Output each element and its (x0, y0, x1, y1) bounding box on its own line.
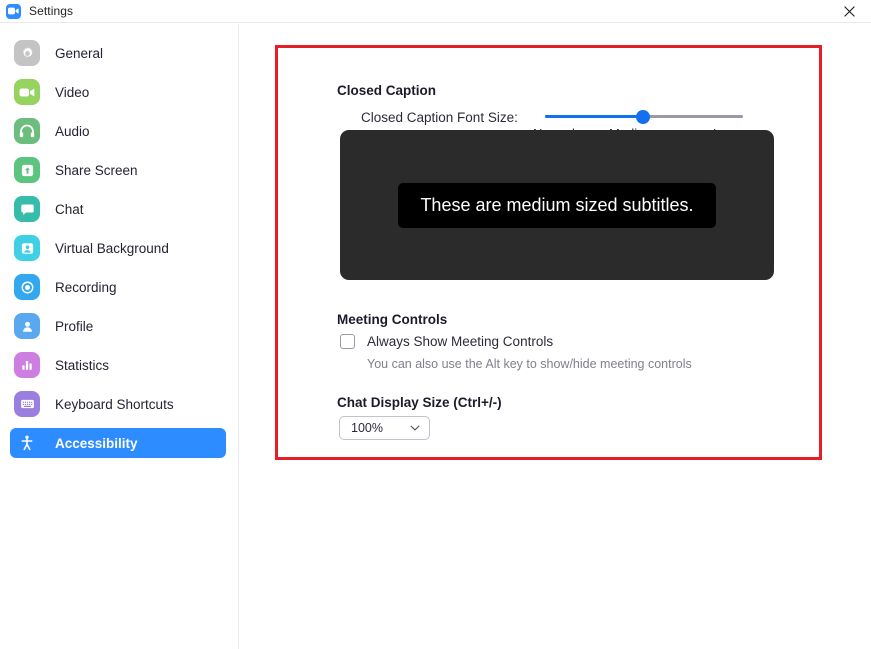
chat-bubble-icon (14, 196, 40, 222)
sidebar-item-recording[interactable]: Recording (10, 272, 226, 302)
chat-display-size-value: 100% (351, 421, 383, 435)
chat-display-size-select[interactable]: 100% (339, 416, 430, 440)
slider-thumb[interactable] (636, 110, 650, 124)
sidebar-item-label: Video (55, 85, 89, 100)
video-camera-icon (14, 79, 40, 105)
caption-preview-text: These are medium sized subtitles. (420, 195, 693, 215)
chat-display-size-heading: Chat Display Size (Ctrl+/-) (337, 395, 502, 410)
headphones-icon (14, 118, 40, 144)
window-title: Settings (29, 4, 73, 18)
sidebar-item-label: Share Screen (55, 163, 138, 178)
caption-bar: These are medium sized subtitles. (398, 183, 715, 228)
sidebar-item-label: Statistics (55, 358, 109, 373)
virtual-background-icon (14, 235, 40, 261)
slider-track-fill (545, 115, 644, 118)
sidebar-item-general[interactable]: General (10, 38, 226, 68)
record-circle-icon (14, 274, 40, 300)
accessibility-icon (14, 430, 40, 456)
title-bar: Settings (0, 0, 871, 23)
sidebar-item-keyboard-shortcuts[interactable]: Keyboard Shortcuts (10, 389, 226, 419)
share-screen-icon (14, 157, 40, 183)
sidebar-item-share-screen[interactable]: Share Screen (10, 155, 226, 185)
meeting-controls-heading: Meeting Controls (337, 312, 447, 327)
sidebar-item-label: Audio (55, 124, 90, 139)
person-icon (14, 313, 40, 339)
sidebar-item-label: Recording (55, 280, 117, 295)
sidebar-item-chat[interactable]: Chat (10, 194, 226, 224)
sidebar-item-virtual-background[interactable]: Virtual Background (10, 233, 226, 263)
accessibility-settings-panel: Closed Caption Closed Caption Font Size:… (240, 24, 871, 649)
sidebar-item-label: Accessibility (55, 436, 138, 451)
keyboard-icon (14, 391, 40, 417)
sidebar-item-accessibility[interactable]: Accessibility (10, 428, 226, 458)
bar-chart-icon (14, 352, 40, 378)
closed-caption-preview: These are medium sized subtitles. (340, 130, 774, 280)
sidebar: General Video Audio Share Screen (0, 24, 239, 649)
always-show-meeting-controls-checkbox[interactable] (340, 334, 355, 349)
sidebar-item-label: Keyboard Shortcuts (55, 397, 174, 412)
sidebar-item-video[interactable]: Video (10, 77, 226, 107)
sidebar-item-profile[interactable]: Profile (10, 311, 226, 341)
always-show-meeting-controls-label: Always Show Meeting Controls (367, 334, 553, 349)
sidebar-item-label: Virtual Background (55, 241, 169, 256)
closed-caption-font-size-label: Closed Caption Font Size: (361, 110, 518, 125)
gear-icon (14, 40, 40, 66)
closed-caption-heading: Closed Caption (337, 83, 436, 98)
meeting-controls-hint: You can also use the Alt key to show/hid… (367, 357, 692, 371)
zoom-video-logo-icon (6, 4, 21, 19)
sidebar-item-audio[interactable]: Audio (10, 116, 226, 146)
sidebar-item-label: General (55, 46, 103, 61)
always-show-meeting-controls-row[interactable]: Always Show Meeting Controls (340, 334, 553, 349)
close-icon[interactable] (827, 0, 871, 23)
sidebar-item-statistics[interactable]: Statistics (10, 350, 226, 380)
sidebar-item-label: Profile (55, 319, 93, 334)
sidebar-item-label: Chat (55, 202, 84, 217)
chevron-down-icon (410, 425, 420, 431)
